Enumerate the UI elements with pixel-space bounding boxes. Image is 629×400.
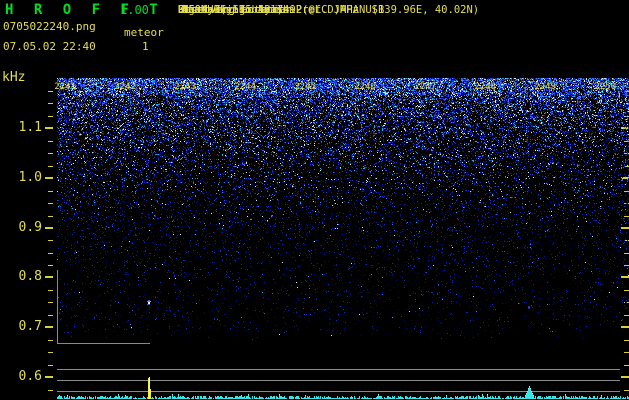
freq-major-tick-left [45,376,53,378]
hrofft-window: H R O F F T 1.00 0705022240.png meteor 0… [0,0,629,400]
datetime-label: 07.05.02 22:40 [3,40,96,53]
info-value: A504HB(yagi 4el) [182,4,284,16]
freq-axis-unit: kHz [2,70,26,85]
minute-tick [139,93,140,97]
minute-tick [439,93,440,97]
freq-major-tick-left [45,177,53,179]
time-tick-label: 2248 [474,82,496,92]
minute-tick [319,93,320,97]
mode-label: meteor [124,26,164,39]
freq-minor-tick-left [48,153,53,154]
output-filename: 0705022240.png [3,20,96,33]
freq-minor-tick-left [48,365,53,366]
time-tick-label: 2245 [294,82,316,92]
freq-minor-tick-left [48,191,53,192]
freq-minor-tick-left [48,216,53,217]
time-tick-label: 2242 [114,82,136,92]
freq-tick-label: 0.8 [18,269,42,284]
freq-minor-tick-left [48,103,53,104]
time-tick-label: 2246 [354,82,376,92]
freq-minor-tick-left [48,166,53,167]
freq-minor-tick-left [48,116,53,117]
freq-tick-label: 1.1 [18,120,42,135]
freq-tick-label: 0.7 [18,319,42,334]
freq-minor-tick-left [48,253,53,254]
time-tick-label: 2247 [414,82,436,92]
freq-minor-tick-left [48,352,53,353]
freq-minor-tick-left [48,340,53,341]
minute-tick [619,93,620,97]
freq-minor-tick-left [48,302,53,303]
minute-tick [379,93,380,97]
freq-minor-tick-left [48,390,53,391]
freq-tick-label: 1.0 [18,170,42,185]
minute-tick [559,93,560,97]
freq-major-tick-left [45,227,53,229]
freq-tick-label: 0.6 [18,369,42,384]
minute-tick [79,93,80,97]
freq-major-tick-left [45,127,53,129]
freq-minor-tick-left [48,240,53,241]
freq-minor-tick-left [48,315,53,316]
app-version: 1.00 [120,3,149,17]
freq-minor-tick-left [48,265,53,266]
plot-left-border [57,270,58,344]
time-tick-label: 2250 [594,82,616,92]
freq-tick-label: 0.9 [18,220,42,235]
freq-minor-tick-left [48,290,53,291]
time-tick-label: 2244 [234,82,256,92]
minute-tick [199,93,200,97]
meteor-count: 1 [142,40,149,53]
minute-tick [259,93,260,97]
freq-minor-tick-left [48,141,53,142]
time-tick-label: 2241 [54,82,76,92]
minute-tick [499,93,500,97]
time-tick-label: 2243 [174,82,196,92]
time-tick-label: 2249 [534,82,556,92]
freq-major-tick-left [45,276,53,278]
freq-major-tick-left [45,326,53,328]
spectrogram-canvas [57,78,629,400]
freq-minor-tick-left [48,203,53,204]
